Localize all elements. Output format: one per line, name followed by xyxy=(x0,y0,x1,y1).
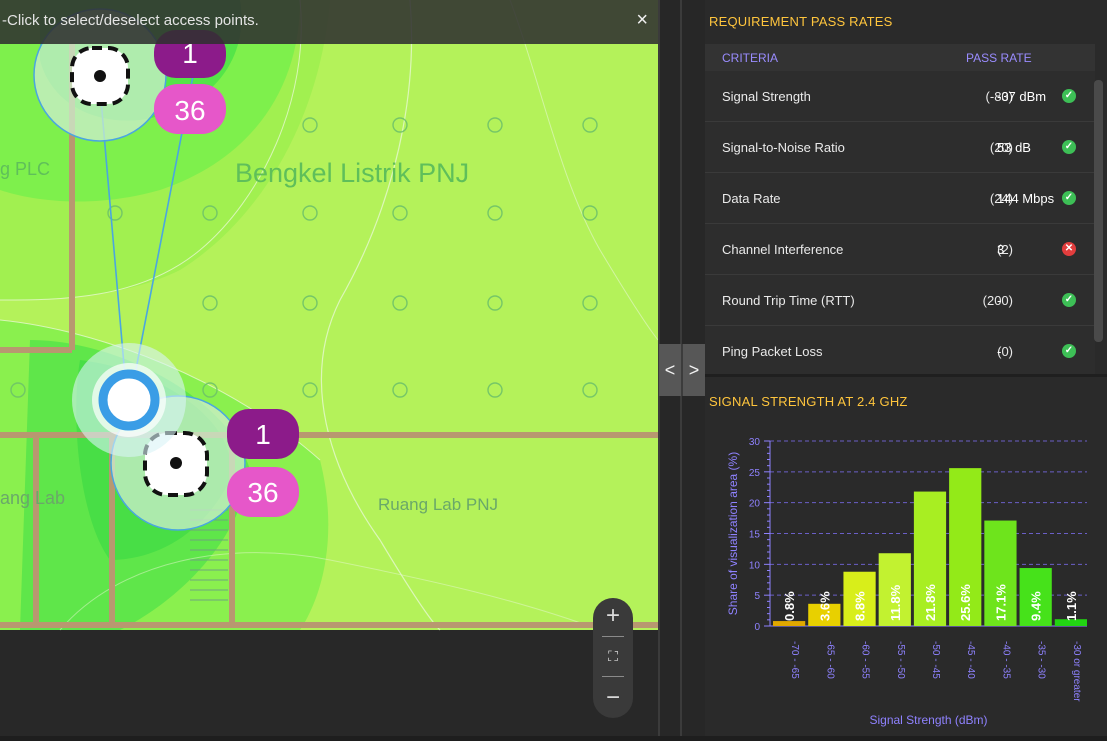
room-label-bengkel: Bengkel Listrik PNJ xyxy=(235,158,469,188)
bar-value-label: 11.8% xyxy=(888,584,903,621)
x-tick-label: -55 - -50 xyxy=(895,641,906,679)
zoom-separator xyxy=(602,676,624,677)
bar-value-label: 3.6% xyxy=(817,591,832,621)
requirements-table: CRITERIA PASS RATE Signal Strength (-80) -… xyxy=(705,44,1095,377)
room-label-lab-right: Ruang Lab PNJ xyxy=(378,495,498,514)
criteria-value: - xyxy=(997,293,1002,308)
heatmap-panel[interactable]: Bengkel Listrik PNJ g PLC ang Lab Ruang … xyxy=(0,0,658,736)
svg-text:36: 36 xyxy=(247,477,278,508)
criteria-value: -37 dBm xyxy=(997,89,1047,104)
criteria-value: - xyxy=(997,344,1002,359)
chart-title: SIGNAL STRENGTH AT 2.4 GHZ xyxy=(709,394,908,409)
room-label-plc: g PLC xyxy=(0,159,50,179)
check-icon: ✓ xyxy=(1062,344,1076,358)
zoom-control: + ⛶ − xyxy=(593,598,633,718)
bar-value-label: 25.6% xyxy=(958,584,973,621)
table-row: Data Rate (24) 144 Mbps ✓ xyxy=(705,173,1095,224)
y-tick-label: 30 xyxy=(749,437,761,448)
table-row: Round Trip Time (RTT) (200) - ✓ xyxy=(705,275,1095,326)
criteria-value: 53 dB xyxy=(997,140,1031,155)
scrollbar[interactable] xyxy=(1094,80,1103,342)
bar-value-label: 8.8% xyxy=(853,591,868,621)
channel-badge: 1 xyxy=(227,409,299,459)
signal-strength-chart: 0 5 10 15 20 25 30 0.8% -70 - -65 3.6% -65 - -60 8.… xyxy=(705,424,1107,736)
panel-toggle[interactable]: < > xyxy=(659,344,705,396)
zoom-in-button[interactable]: + xyxy=(593,602,633,630)
fit-view-icon[interactable]: ⛶ xyxy=(593,648,633,665)
bar-value-label: 0.8% xyxy=(782,591,797,621)
chevron-right-icon[interactable]: > xyxy=(683,344,705,396)
x-tick-label: -65 - -60 xyxy=(824,641,835,679)
x-tick-label: -40 - -35 xyxy=(1000,641,1011,679)
results-panel: REQUIREMENT PASS RATES CRITERIA PASS RAT… xyxy=(705,0,1107,736)
y-tick-label: 15 xyxy=(749,530,761,541)
pass-rate-header: PASS RATE xyxy=(966,51,1032,65)
heatmap-canvas[interactable]: Bengkel Listrik PNJ g PLC ang Lab Ruang … xyxy=(0,0,658,736)
fail-icon: ✕ xyxy=(1062,242,1076,256)
y-axis-label: Share of visualization area (%) xyxy=(726,452,740,615)
criteria-name: Ping Packet Loss xyxy=(722,344,823,359)
zoom-out-button[interactable]: − xyxy=(593,684,633,712)
hint-banner: -Click to select/deselect access points.… xyxy=(0,0,658,44)
check-icon: ✓ xyxy=(1062,140,1076,154)
close-icon[interactable]: × xyxy=(636,9,648,32)
x-tick-label: -60 - -55 xyxy=(860,641,871,679)
table-row: Signal Strength (-80) -37 dBm ✓ xyxy=(705,71,1095,122)
chevron-left-icon[interactable]: < xyxy=(659,344,681,396)
criteria-name: Data Rate xyxy=(722,191,781,206)
bar-value-label: 21.8% xyxy=(923,584,938,621)
table-header: CRITERIA PASS RATE xyxy=(705,44,1095,71)
bar-value-label: 1.1% xyxy=(1064,591,1079,621)
x-tick-label: -35 - -30 xyxy=(1036,641,1047,679)
y-tick-label: 25 xyxy=(749,468,761,479)
svg-text:1: 1 xyxy=(255,419,271,450)
chart-svg: 0 5 10 15 20 25 30 0.8% -70 - -65 3.6% -65 - -60 8.… xyxy=(726,437,1087,727)
selected-access-point[interactable] xyxy=(72,343,186,457)
criteria-name: Round Trip Time (RTT) xyxy=(722,293,855,308)
zoom-separator xyxy=(602,636,624,637)
x-axis-label: Signal Strength (dBm) xyxy=(869,713,987,727)
x-tick-label: -30 or greater xyxy=(1071,641,1082,702)
x-tick-label: -50 - -45 xyxy=(930,641,941,679)
check-icon: ✓ xyxy=(1062,89,1076,103)
hint-text: -Click to select/deselect access points. xyxy=(2,12,259,29)
bar-value-label: 9.4% xyxy=(1029,591,1044,621)
check-icon: ✓ xyxy=(1062,191,1076,205)
criteria-value: 144 Mbps xyxy=(997,191,1055,206)
criteria-value: 3 xyxy=(997,242,1005,257)
check-icon: ✓ xyxy=(1062,293,1076,307)
y-tick-label: 0 xyxy=(754,622,760,633)
bar-value-label: 17.1% xyxy=(993,584,1008,621)
band-badge: 36 xyxy=(154,84,226,134)
criteria-name: Signal Strength xyxy=(722,89,811,104)
criteria-name: Channel Interference xyxy=(722,242,844,257)
y-tick-label: 5 xyxy=(754,591,760,602)
table-row: Channel Interference (2) 3 ✕ xyxy=(705,224,1095,275)
table-row: Signal-to-Noise Ratio (20) 53 dB ✓ xyxy=(705,122,1095,173)
band-badge: 36 xyxy=(227,467,299,517)
criteria-header: CRITERIA xyxy=(722,51,779,65)
y-tick-label: 10 xyxy=(749,560,761,571)
x-tick-label: -45 - -40 xyxy=(965,641,976,679)
section-divider xyxy=(705,374,1107,377)
requirements-title: REQUIREMENT PASS RATES xyxy=(709,14,893,29)
room-label-lab-left: ang Lab xyxy=(0,488,65,508)
table-row: Ping Packet Loss (0) - ✓ xyxy=(705,326,1095,377)
y-tick-label: 20 xyxy=(749,499,761,510)
x-tick-label: -70 - -65 xyxy=(789,641,800,679)
criteria-name: Signal-to-Noise Ratio xyxy=(722,140,845,155)
svg-text:36: 36 xyxy=(174,95,205,126)
